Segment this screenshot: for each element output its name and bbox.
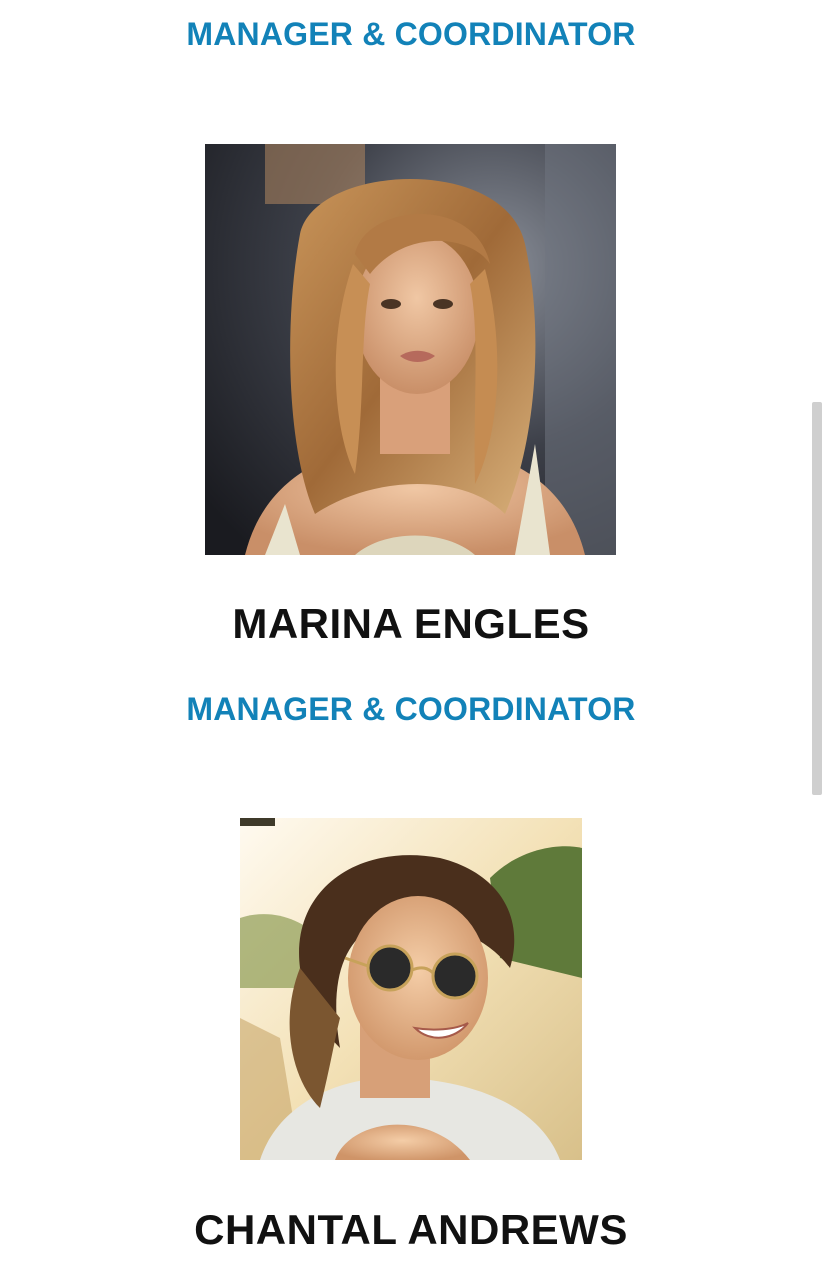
member-role-marina-engles: MANAGER & COORDINATOR [186, 691, 636, 727]
member-role-previous: MANAGER & COORDINATOR [186, 16, 636, 52]
member-photo-marina-engles [205, 144, 616, 555]
scrollbar-thumb[interactable] [812, 402, 822, 795]
member-photo-chantal-andrews [240, 818, 582, 1160]
member-name-chantal-andrews: CHANTAL ANDREWS [194, 1206, 628, 1253]
member-name-marina-engles: MARINA ENGLES [232, 600, 590, 647]
